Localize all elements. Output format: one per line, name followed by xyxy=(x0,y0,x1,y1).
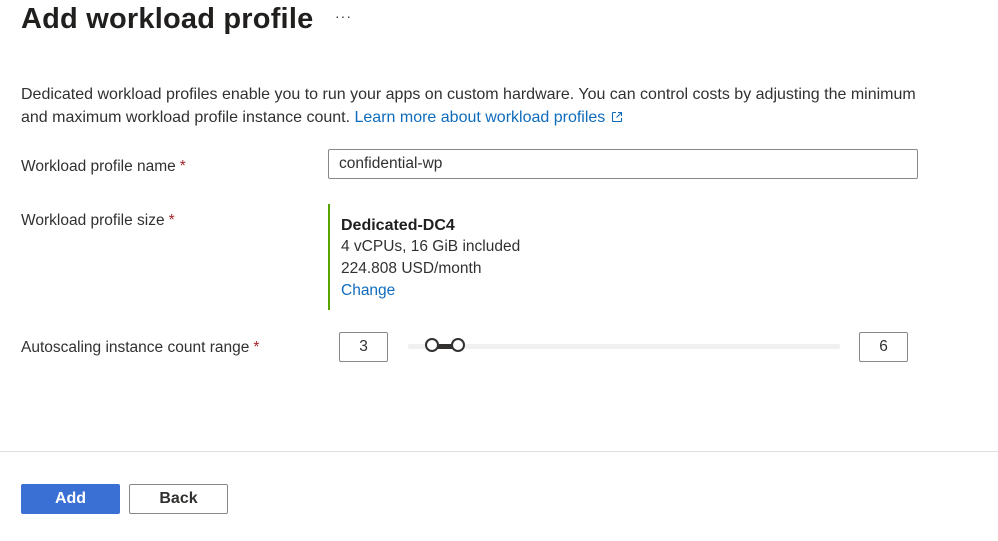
size-spec: 4 vCPUs, 16 GiB included xyxy=(341,238,521,255)
learn-more-link[interactable]: Learn more about workload profiles xyxy=(355,109,624,126)
description: Dedicated workload profiles enable you t… xyxy=(21,83,941,129)
learn-more-link-label: Learn more about workload profiles xyxy=(354,109,606,126)
footer-divider xyxy=(0,451,998,452)
back-button[interactable]: Back xyxy=(129,484,228,514)
instance-range-slider-track[interactable] xyxy=(408,344,840,349)
add-button[interactable]: Add xyxy=(21,484,120,514)
workload-profile-name-label-text: Workload profile name xyxy=(21,158,176,175)
change-size-link[interactable]: Change xyxy=(341,280,520,302)
min-slider-thumb[interactable] xyxy=(425,338,439,352)
workload-profile-size-card: Dedicated-DC4 4 vCPUs, 16 GiB included 2… xyxy=(328,204,520,310)
max-slider-thumb[interactable] xyxy=(451,338,465,352)
required-marker: * xyxy=(253,339,260,356)
autoscaling-range-label-text: Autoscaling instance count range xyxy=(21,339,250,356)
workload-profile-size-label-text: Workload profile size xyxy=(21,212,165,229)
workload-profile-size-label: Workload profile size * xyxy=(21,212,175,230)
required-marker: * xyxy=(179,158,186,175)
page-title: Add workload profile xyxy=(21,3,314,35)
autoscaling-range-label: Autoscaling instance count range * xyxy=(21,339,259,357)
workload-profile-name-label: Workload profile name * xyxy=(21,158,186,176)
min-instance-count-input[interactable]: 3 xyxy=(339,332,388,362)
max-instance-count-input[interactable]: 6 xyxy=(859,332,908,362)
size-price: 224.808 USD/month xyxy=(341,260,482,277)
more-options-button[interactable]: ··· xyxy=(335,8,352,24)
external-link-icon xyxy=(612,111,623,123)
size-name: Dedicated-DC4 xyxy=(341,217,455,234)
required-marker: * xyxy=(168,212,175,229)
workload-profile-name-input[interactable] xyxy=(328,149,918,179)
